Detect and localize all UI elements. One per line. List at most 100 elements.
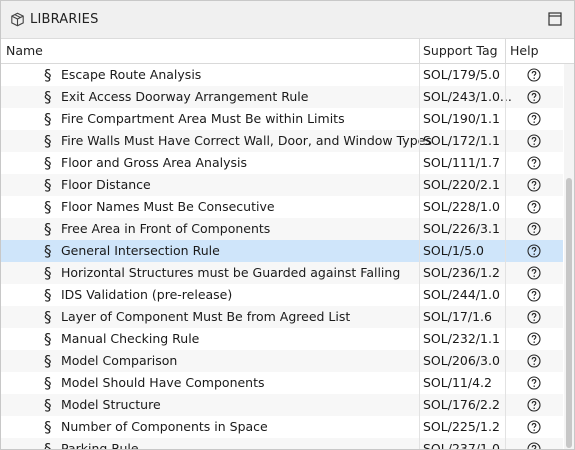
panel-title: LIBRARIES (30, 12, 99, 27)
section-sign-icon: § (44, 330, 52, 348)
column-divider (419, 130, 420, 152)
help-circle-icon[interactable] (527, 354, 541, 368)
column-divider (419, 262, 420, 284)
support-tag: SOL/179/5.0 (423, 67, 500, 82)
help-circle-icon[interactable] (527, 222, 541, 236)
help-circle-icon[interactable] (527, 90, 541, 104)
rule-name: Floor Names Must Be Consecutive (61, 199, 275, 214)
section-sign-icon: § (44, 242, 52, 260)
column-header-name[interactable]: Name (6, 43, 43, 58)
column-divider (505, 328, 506, 350)
column-divider (419, 152, 420, 174)
table-row[interactable]: § Horizontal Structures must be Guarded … (1, 262, 563, 284)
vertical-scrollbar[interactable] (564, 64, 574, 449)
rule-name: Model Structure (61, 397, 161, 412)
column-divider (419, 350, 420, 372)
column-divider (505, 218, 506, 240)
section-sign-icon: § (44, 440, 52, 450)
rule-name: Manual Checking Rule (61, 331, 200, 346)
rule-name: Horizontal Structures must be Guarded ag… (61, 265, 401, 280)
rule-name: Floor Distance (61, 177, 151, 192)
column-divider (419, 284, 420, 306)
help-circle-icon[interactable] (527, 134, 541, 148)
table-row[interactable]: § Floor Distance SOL/220/2.1 (1, 174, 563, 196)
support-tag: SOL/17/1.6 (423, 309, 492, 324)
table-row[interactable]: § Model Should Have Components SOL/11/4.… (1, 372, 563, 394)
support-tag: SOL/220/2.1 (423, 177, 500, 192)
column-divider (505, 108, 506, 130)
column-divider (505, 240, 506, 262)
section-sign-icon: § (44, 110, 52, 128)
section-sign-icon: § (44, 286, 52, 304)
column-divider (419, 416, 420, 438)
rule-name: Free Area in Front of Components (61, 221, 271, 236)
help-circle-icon[interactable] (527, 442, 541, 450)
column-divider (505, 394, 506, 416)
table-row[interactable]: § Manual Checking Rule SOL/232/1.1 (1, 328, 563, 350)
rule-name: Number of Components in Space (61, 419, 268, 434)
help-circle-icon[interactable] (527, 288, 541, 302)
column-divider (505, 64, 506, 86)
support-tag: SOL/176/2.2 (423, 397, 500, 412)
table-row[interactable]: § Exit Access Doorway Arrangement Rule S… (1, 86, 563, 108)
support-tag: SOL/243/1.0... (423, 89, 512, 104)
section-sign-icon: § (44, 352, 52, 370)
column-divider (505, 130, 506, 152)
section-sign-icon: § (44, 198, 52, 216)
table-row[interactable]: § Free Area in Front of Components SOL/2… (1, 218, 563, 240)
help-circle-icon[interactable] (527, 398, 541, 412)
panel-titlebar: LIBRARIES (1, 1, 574, 39)
table-row[interactable]: § Parking Rule SOL/237/1.0 (1, 438, 563, 450)
table-row[interactable]: § Floor and Gross Area Analysis SOL/111/… (1, 152, 563, 174)
column-divider (505, 438, 506, 449)
rule-name: Model Comparison (61, 353, 178, 368)
table-row[interactable]: § Number of Components in Space SOL/225/… (1, 416, 563, 438)
column-divider (505, 350, 506, 372)
help-circle-icon[interactable] (527, 178, 541, 192)
libraries-list: § Escape Route Analysis SOL/179/5.0 § Ex… (1, 64, 563, 450)
table-header: Name Support Tag Help (1, 39, 574, 64)
column-divider (419, 394, 420, 416)
table-row[interactable]: § Model Structure SOL/176/2.2 (1, 394, 563, 416)
help-circle-icon[interactable] (527, 420, 541, 434)
help-circle-icon[interactable] (527, 244, 541, 258)
column-header-support-tag[interactable]: Support Tag (423, 43, 498, 58)
maximize-icon[interactable] (548, 12, 562, 26)
column-divider (419, 174, 420, 196)
rule-name: Model Should Have Components (61, 375, 265, 390)
support-tag: SOL/225/1.2 (423, 419, 500, 434)
help-circle-icon[interactable] (527, 156, 541, 170)
table-row[interactable]: § Floor Names Must Be Consecutive SOL/22… (1, 196, 563, 218)
table-row[interactable]: § Fire Compartment Area Must Be within L… (1, 108, 563, 130)
section-sign-icon: § (44, 418, 52, 436)
column-divider (419, 328, 420, 350)
rule-name: Layer of Component Must Be from Agreed L… (61, 309, 351, 324)
column-divider[interactable] (419, 39, 420, 63)
table-row[interactable]: § Escape Route Analysis SOL/179/5.0 (1, 64, 563, 86)
section-sign-icon: § (44, 66, 52, 84)
help-circle-icon[interactable] (527, 68, 541, 82)
help-circle-icon[interactable] (527, 112, 541, 126)
section-sign-icon: § (44, 220, 52, 238)
help-circle-icon[interactable] (527, 310, 541, 324)
column-header-help[interactable]: Help (510, 43, 539, 58)
table-row[interactable]: § Model Comparison SOL/206/3.0 (1, 350, 563, 372)
table-row[interactable]: § General Intersection Rule SOL/1/5.0 (1, 240, 563, 262)
support-tag: SOL/226/3.1 (423, 221, 500, 236)
table-row[interactable]: § Layer of Component Must Be from Agreed… (1, 306, 563, 328)
column-divider (419, 108, 420, 130)
column-divider (505, 174, 506, 196)
section-sign-icon: § (44, 396, 52, 414)
column-divider (419, 372, 420, 394)
table-row[interactable]: § IDS Validation (pre-release) SOL/244/1… (1, 284, 563, 306)
help-circle-icon[interactable] (527, 332, 541, 346)
column-divider[interactable] (505, 39, 506, 63)
column-divider (505, 196, 506, 218)
column-divider (419, 306, 420, 328)
scrollbar-thumb[interactable] (566, 178, 572, 448)
help-circle-icon[interactable] (527, 200, 541, 214)
table-row[interactable]: § Fire Walls Must Have Correct Wall, Doo… (1, 130, 563, 152)
help-circle-icon[interactable] (527, 376, 541, 390)
column-divider (505, 416, 506, 438)
help-circle-icon[interactable] (527, 266, 541, 280)
